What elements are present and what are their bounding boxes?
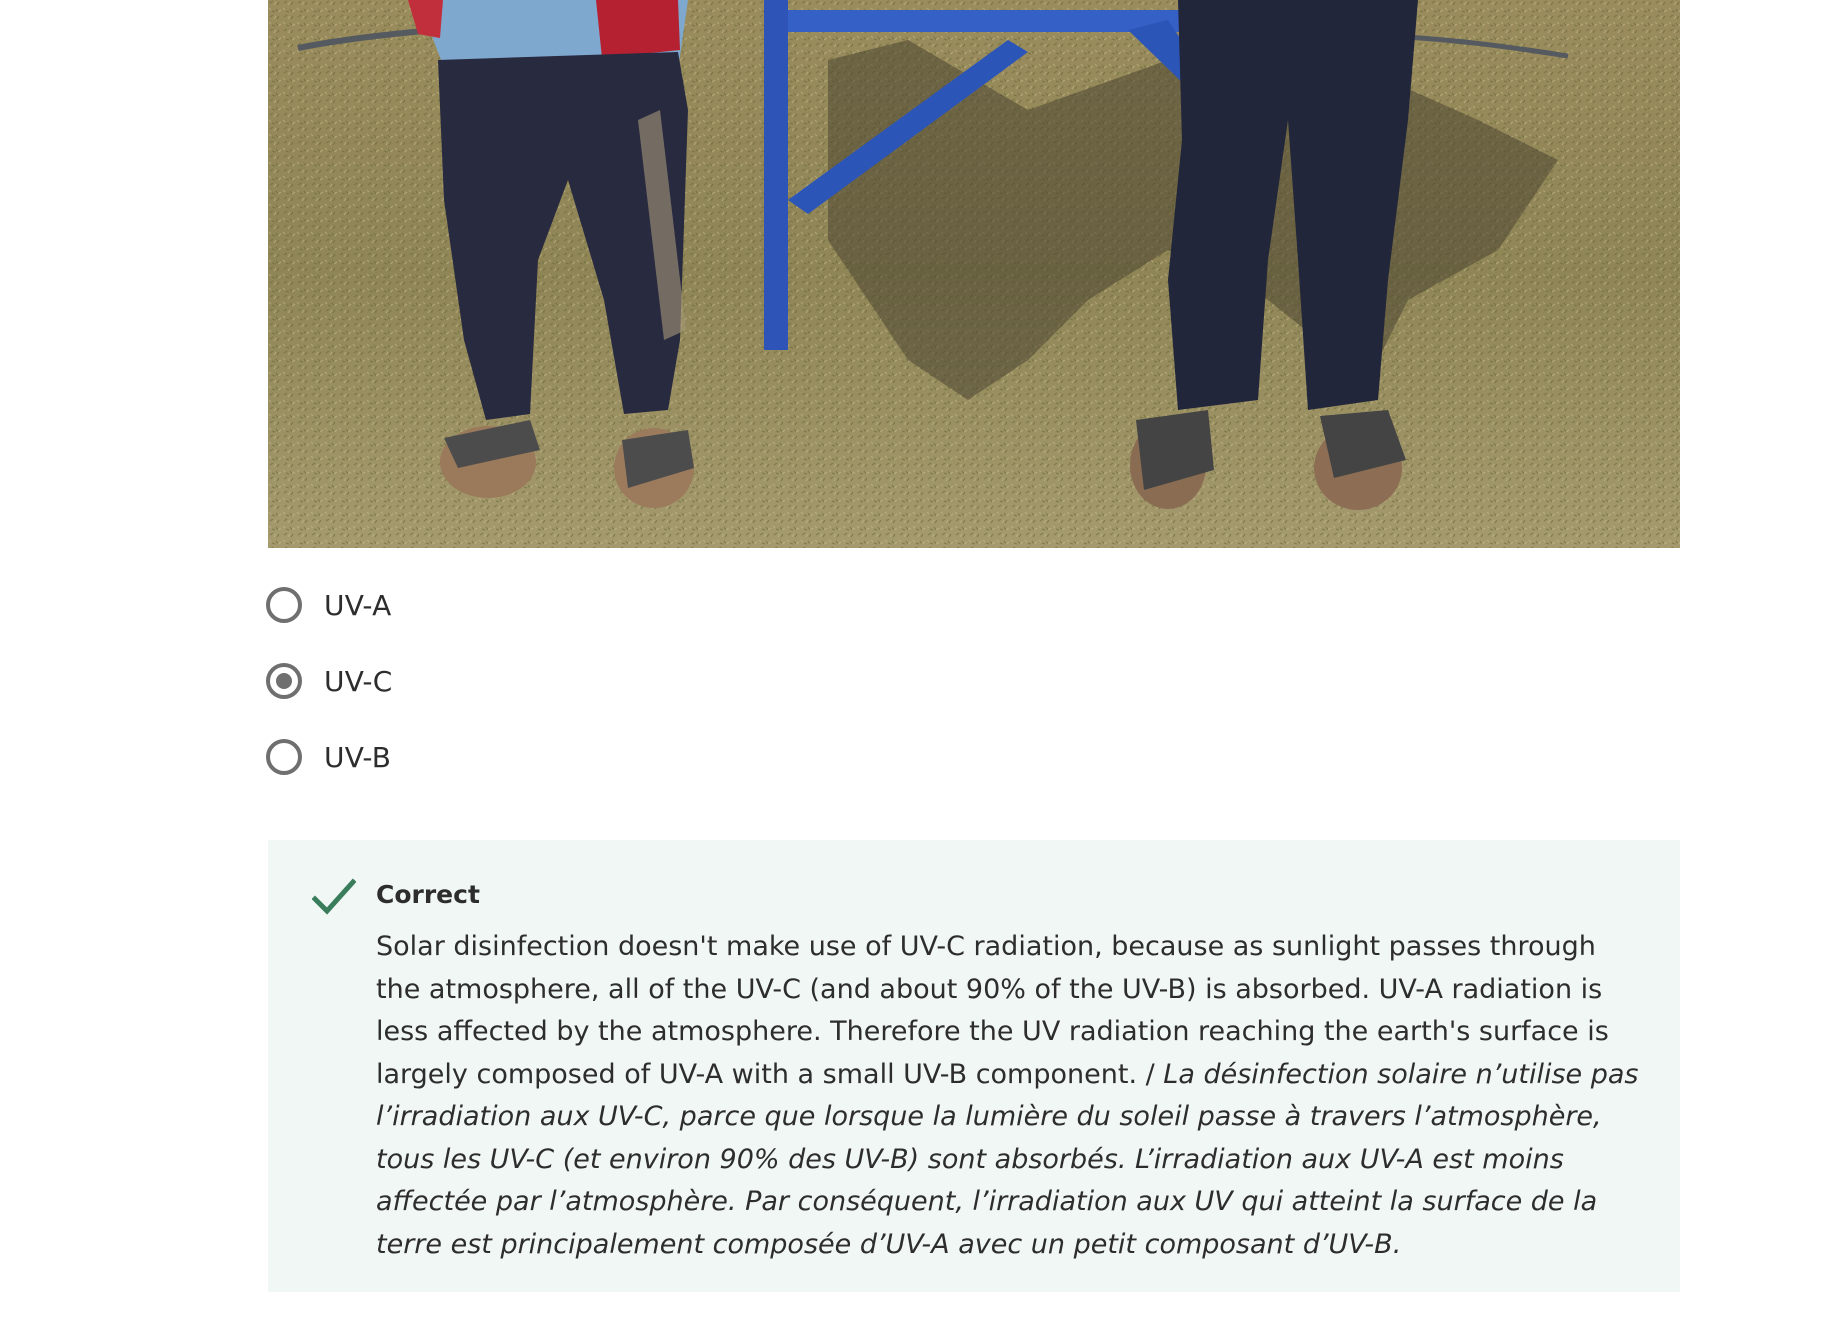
feedback-panel: Correct Solar disinfection doesn't make … <box>268 840 1680 1292</box>
feedback-title: Correct <box>376 880 480 909</box>
question-photo <box>268 0 1680 548</box>
option-uv-a[interactable]: UV-A <box>266 584 1066 626</box>
option-uv-b[interactable]: UV-B <box>266 736 1066 778</box>
check-icon <box>312 878 356 915</box>
option-label: UV-B <box>324 740 392 774</box>
photo-illustration <box>268 0 1680 548</box>
option-label: UV-A <box>324 588 392 622</box>
radio-checked-icon[interactable] <box>266 663 302 699</box>
radio-unchecked-icon[interactable] <box>266 739 302 775</box>
answer-options: UV-A UV-C UV-B <box>266 584 1066 812</box>
option-label: UV-C <box>324 664 393 698</box>
option-uv-c[interactable]: UV-C <box>266 660 1066 702</box>
feedback-explanation: Solar disinfection doesn't make use of U… <box>376 926 1646 1266</box>
radio-unchecked-icon[interactable] <box>266 587 302 623</box>
